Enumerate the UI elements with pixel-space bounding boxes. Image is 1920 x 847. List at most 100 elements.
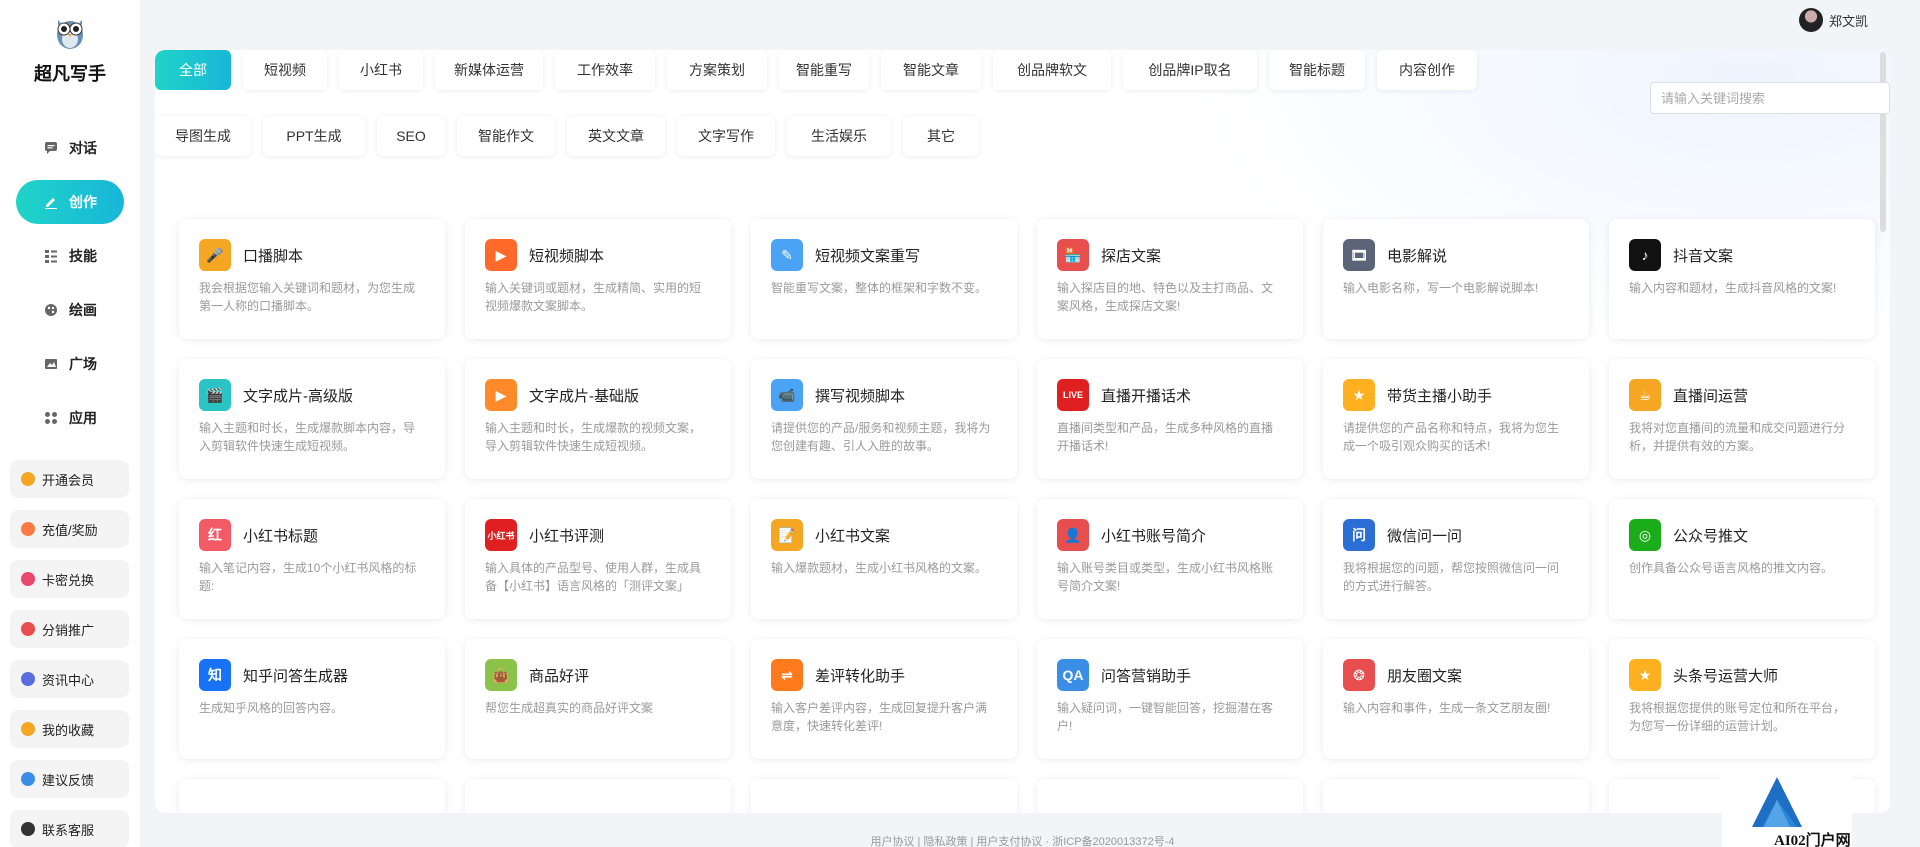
palette-icon [43,302,59,318]
film-icon: 🎞 [1343,239,1375,271]
notebook-icon: 📝 [771,519,803,551]
tool-card[interactable]: ▶ 文字成片-基础版 输入主题和时长，生成爆款的视频文案，导入剪辑软件快速生成短视频… [465,359,731,479]
category-tab[interactable]: 小红书 [339,50,423,90]
nav-label: 对话 [69,140,97,156]
category-tab[interactable]: PPT生成 [263,116,365,156]
cup-icon: ☕ [1629,379,1661,411]
nav-item-plaza[interactable]: 广场 [16,342,124,386]
tool-card[interactable]: 👤 小红书账号简介 输入账号类目或类型，生成小红书风格账号简介文案! [1037,499,1303,619]
nav-item-apps[interactable]: 应用 [16,396,124,440]
tool-card[interactable]: 📹 撰写视频脚本 请提供您的产品/服务和视频主题，我将为您创建有趣、引人入胜的故事。 [751,359,1017,479]
tool-card[interactable] [751,779,1017,813]
tool-card[interactable]: 🏪 探店文案 输入探店目的地、特色以及主打商品、文案风格，生成探店文案! [1037,219,1303,339]
tool-card[interactable]: 👜 商品好评 帮您生成超真实的商品好评文案 [465,639,731,759]
category-tab[interactable]: 智能标题 [1269,50,1365,90]
side-link-share[interactable]: 分销推广 [10,610,129,648]
category-tab[interactable]: 智能作文 [457,116,555,156]
tool-card[interactable]: 🎞 电影解说 输入电影名称，写一个电影解说脚本! [1323,219,1589,339]
tool-card[interactable]: ❂ 朋友圈文案 输入内容和事件，生成一条文艺朋友圈! [1323,639,1589,759]
nav-label: 技能 [69,248,97,264]
tool-card[interactable]: 📝 小红书文案 输入爆款题材，生成小红书风格的文案。 [751,499,1017,619]
card-title: 头条号运营大师 [1673,667,1779,685]
card-description: 输入账号类目或类型，生成小红书风格账号简介文案! [1057,561,1274,593]
category-tab[interactable]: 智能文章 [881,50,981,90]
category-tab[interactable]: 生活娱乐 [787,116,891,156]
nav-item-draw[interactable]: 绘画 [16,288,124,332]
category-tab[interactable]: 其它 [903,116,979,156]
tool-card[interactable] [179,779,445,813]
tool-card[interactable]: ⇌ 差评转化助手 输入客户差评内容，生成回复提升客户满意度，快速转化差评! [751,639,1017,759]
side-link-diamond[interactable]: 开通会员 [10,460,129,498]
card-description: 输入具体的产品型号、使用人群，生成具备【小红书】语言风格的「测评文案」 [485,561,702,593]
card-description: 智能重写文案，整体的框架和字数不变。 [771,281,988,295]
tool-card[interactable]: ★ 带货主播小助手 请提供您的产品名称和特点，我将为您生成一个吸引观众购买的话术! [1323,359,1589,479]
category-tab[interactable]: 全部 [155,50,231,90]
nav-item-chat[interactable]: 对话 [16,126,124,170]
nav-label: 应用 [69,410,97,426]
xhs-icon: 小红书 [485,519,517,551]
tool-card[interactable]: ★ 头条号运营大师 我将根据您提供的账号定位和所在平台，为您写一份详细的运营计划。 [1609,639,1875,759]
side-link-label: 联系客服 [42,822,95,838]
tool-card[interactable]: 知知乎问答生成器 生成知乎风格的回答内容。 [179,639,445,759]
tool-card[interactable]: ▶ 短视频脚本 输入关键词或题材，生成精简、实用的短视频爆款文案脚本。 [465,219,731,339]
tool-card[interactable]: 🎬 文字成片-高级版 输入主题和时长，生成爆款脚本内容，导入剪辑软件快速生成短视频。 [179,359,445,479]
footer-links[interactable]: 用户协议 | 隐私政策 | 用户支付协议 · 浙ICP备2020013372号-… [155,833,1890,847]
card-description: 生成知乎风格的回答内容。 [199,701,344,715]
logo-block: 超凡写手 [0,12,140,86]
category-tab[interactable]: 创品牌软文 [993,50,1111,90]
card-title: 文字成片-基础版 [529,387,639,405]
nav-item-create[interactable]: 创作 [16,180,124,224]
tool-card[interactable]: 小红书 小红书评测 输入具体的产品型号、使用人群，生成具备【小红书】语言风格的「测评… [465,499,731,619]
side-link-mail[interactable]: 建议反馈 [10,760,129,798]
category-tab[interactable]: 智能重写 [779,50,869,90]
side-link-coin[interactable]: 充值/奖励 [10,510,129,548]
tool-card[interactable]: ◎ 公众号推文 创作具备公众号语言风格的推文内容。 [1609,499,1875,619]
search-input[interactable] [1650,82,1890,114]
side-link-card[interactable]: 卡密兑换 [10,560,129,598]
side-link-label: 卡密兑换 [42,572,95,588]
tool-card[interactable]: ✎ 短视频文案重写 智能重写文案，整体的框架和字数不变。 [751,219,1017,339]
main-nav: 对话 创作 技能 绘画 广场 应用 [16,126,124,450]
side-link-headset[interactable]: 联系客服 [10,810,129,847]
tool-card[interactable]: LIVE 直播开播话术 直播间类型和产品，生成多种风格的直播开播话术! [1037,359,1303,479]
tool-card[interactable]: ♪ 抖音文案 输入内容和题材，生成抖音风格的文案! [1609,219,1875,339]
tool-card[interactable]: 红小红书标题 输入笔记内容，生成10个小红书风格的标题: [179,499,445,619]
card-description: 输入客户差评内容，生成回复提升客户满意度，快速转化差评! [771,701,988,733]
card-description: 我将根据您提供的账号定位和所在平台，为您写一份详细的运营计划。 [1629,701,1846,733]
category-tab[interactable]: 工作效率 [555,50,655,90]
tool-card[interactable] [1323,779,1589,813]
category-tab[interactable]: 内容创作 [1377,50,1477,90]
category-tab[interactable]: 方案策划 [667,50,767,90]
tool-card[interactable]: 问微信问一问 我将根据您的问题，帮您按照微信问一问的方式进行解答。 [1323,499,1589,619]
nav-item-skills[interactable]: 技能 [16,234,124,278]
tool-card[interactable] [465,779,731,813]
user-menu[interactable]: 郑文凯 [1798,8,1868,32]
side-link-label: 建议反馈 [42,772,95,788]
category-tab[interactable]: 短视频 [243,50,327,90]
category-tab[interactable]: SEO [377,116,445,156]
card-title: 探店文案 [1101,247,1162,265]
avatar [1798,8,1823,32]
card-icon [20,571,36,587]
category-tab[interactable]: 文字写作 [677,116,775,156]
category-tab[interactable]: 创品牌IP取名 [1123,50,1257,90]
category-tab[interactable]: 导图生成 [155,116,251,156]
tool-card[interactable]: QA 问答营销助手 输入疑问词，一键智能回答，挖掘潜在客户! [1037,639,1303,759]
news-icon [20,671,36,687]
sidebar: 超凡写手 对话 创作 技能 绘画 广场 应用 开通会员充值/奖励卡密兑换分销推广… [0,0,140,847]
microphone-icon: 🎤 [199,239,231,271]
tool-card[interactable] [1037,779,1303,813]
category-tab[interactable]: 新媒体运营 [435,50,543,90]
zhihu-icon: 知 [199,659,231,691]
scrollbar[interactable] [1880,52,1886,232]
side-link-news[interactable]: 资讯中心 [10,660,129,698]
category-tab[interactable]: 英文文章 [567,116,665,156]
card-description: 输入电影名称，写一个电影解说脚本! [1343,281,1539,295]
side-link-star[interactable]: 我的收藏 [10,710,129,748]
star-icon [20,721,36,737]
tool-card[interactable]: ☕ 直播间运营 我将对您直播间的流量和成交问题进行分析，并提供有效的方案。 [1609,359,1875,479]
card-title: 直播间运营 [1673,387,1749,405]
list-icon [43,248,59,264]
card-title: 直播开播话术 [1101,387,1192,405]
tool-card[interactable]: 🎤 口播脚本 我会根据您输入关键词和题材，为您生成第一人称的口播脚本。 [179,219,445,339]
